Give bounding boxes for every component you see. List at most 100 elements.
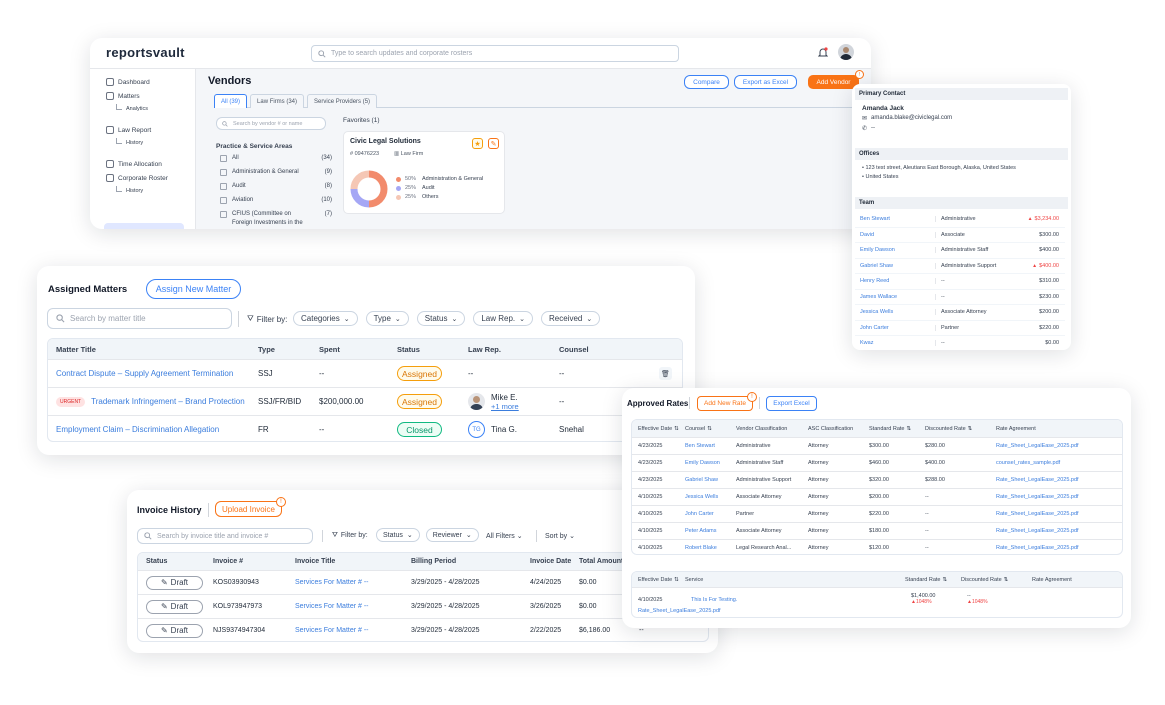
- filter-option[interactable]: Aviation (10): [220, 197, 332, 205]
- all-filters-button[interactable]: All Filters ⌄: [486, 532, 523, 540]
- team-row[interactable]: John Carter Partner $220.00: [855, 321, 1065, 336]
- sort-icon[interactable]: ⇅: [707, 426, 712, 432]
- sidebar-subitem[interactable]: History: [116, 186, 143, 194]
- edit-icon[interactable]: ✎: [488, 138, 499, 149]
- rate-counsel[interactable]: Emily Dawson: [685, 460, 736, 466]
- sort-icon[interactable]: ⇅: [674, 577, 679, 583]
- table-row[interactable]: 4/23/2025 Ben Stewart Administrative Attorn…: [632, 437, 1122, 454]
- team-row[interactable]: David Associate $300.00: [855, 228, 1065, 243]
- team-row[interactable]: Kwaz -- $0.00: [855, 336, 1065, 350]
- tab-0[interactable]: All (39): [214, 94, 248, 108]
- bell-icon[interactable]: [817, 47, 829, 58]
- team-row[interactable]: Henry Reed -- $310.00: [855, 274, 1065, 290]
- sort-by-button[interactable]: Sort by ⌄: [545, 532, 575, 540]
- rate-counsel[interactable]: Peter Adams: [685, 528, 736, 534]
- sort-icon[interactable]: ⇅: [674, 426, 679, 432]
- sort-icon[interactable]: ⇅: [906, 426, 911, 432]
- sort-icon[interactable]: ⇅: [942, 577, 947, 583]
- sort-icon[interactable]: ⇅: [1004, 577, 1009, 583]
- table-row[interactable]: Contract Dispute – Supply Agreement Term…: [48, 359, 682, 387]
- checkbox[interactable]: [220, 169, 227, 176]
- team-member-name[interactable]: John Carter: [855, 325, 935, 331]
- filter-received[interactable]: Received ⌄: [541, 311, 601, 326]
- service-agreement-link[interactable]: Rate_Sheet_LegalEase_2025.pdf: [638, 608, 721, 614]
- team-member-name[interactable]: Jessica Wells: [855, 309, 935, 315]
- checkbox[interactable]: [220, 183, 227, 190]
- table-row[interactable]: 4/10/2025 John Carter Partner Attorney $220.…: [632, 505, 1122, 522]
- draft-badge[interactable]: ✎ Draft: [146, 575, 203, 590]
- rate-counsel[interactable]: Ben Stewart: [685, 443, 736, 449]
- matter-title-link[interactable]: Contract Dispute – Supply Agreement Term…: [56, 369, 233, 378]
- checkbox[interactable]: [220, 155, 227, 162]
- compare-button[interactable]: Compare: [684, 75, 729, 89]
- rate-agreement[interactable]: Rate_Sheet_LegalEase_2025.pdf: [996, 443, 1116, 449]
- sidebar-item-time-allocation[interactable]: Time Allocation: [106, 160, 162, 168]
- rate-agreement[interactable]: Rate_Sheet_LegalEase_2025.pdf: [996, 528, 1116, 534]
- vendor-search-input[interactable]: Search by vendor # or name: [216, 117, 326, 130]
- user-avatar[interactable]: [838, 44, 854, 60]
- rate-agreement[interactable]: Rate_Sheet_LegalEase_2025.pdf: [996, 494, 1116, 500]
- team-row[interactable]: Emily Dawson Administrative Staff $400.00: [855, 243, 1065, 259]
- team-row[interactable]: James Wallace -- $230.00: [855, 290, 1065, 305]
- assign-new-matter-button[interactable]: Assign New Matter: [146, 279, 241, 299]
- invoice-title-link[interactable]: Services For Matter # --: [295, 579, 411, 586]
- invoice-title-link[interactable]: Services For Matter # --: [295, 603, 411, 610]
- contact-email-value[interactable]: amanda.blake@civiclegal.com: [871, 115, 952, 122]
- team-member-name[interactable]: Emily Dawson: [855, 247, 935, 253]
- table-row[interactable]: URGENT Trademark Infringement – Brand Pro…: [48, 387, 682, 415]
- filter-option[interactable]: All (34): [220, 155, 332, 163]
- add-vendor-button[interactable]: Add Vendor !: [808, 70, 864, 89]
- service-name-link[interactable]: This Is For Testing.: [691, 597, 737, 603]
- logo[interactable]: reportsvault: [106, 45, 185, 60]
- tab-2[interactable]: Service Providers (5): [307, 94, 378, 108]
- rate-counsel[interactable]: Jessica Wells: [685, 494, 736, 500]
- table-row[interactable]: 4/10/2025 This Is For Testing. Rate_Sheet_…: [632, 587, 1122, 617]
- sidebar-item-matters[interactable]: Matters: [106, 92, 140, 100]
- sidebar-item-law-report[interactable]: Law Report: [106, 126, 151, 134]
- invoice-search-input[interactable]: Search by invoice title and invoice #: [137, 528, 313, 544]
- contact-email[interactable]: ✉ amanda.blake@civiclegal.com: [862, 115, 952, 122]
- team-member-name[interactable]: Kwaz: [855, 340, 935, 346]
- team-member-name[interactable]: Ben Stewart: [855, 216, 935, 222]
- filter-option[interactable]: CFIUS (Committee on Foreign Investments …: [220, 211, 332, 229]
- filter-status[interactable]: Status ⌄: [376, 528, 420, 542]
- upload-invoice-button[interactable]: Upload Invoice !: [215, 497, 286, 517]
- vendor-name[interactable]: Civic Legal Solutions: [350, 138, 421, 145]
- team-member-name[interactable]: James Wallace: [855, 294, 935, 300]
- more-link[interactable]: +1 more: [491, 402, 519, 411]
- add-new-rate-button[interactable]: Add New Rate !: [697, 392, 757, 411]
- sidebar-item-dashboard[interactable]: Dashboard: [106, 78, 150, 86]
- invoice-title-link[interactable]: Services For Matter # --: [295, 627, 411, 634]
- global-search-input[interactable]: Type to search updates and corporate ros…: [311, 45, 679, 62]
- table-row[interactable]: 4/10/2025 Jessica Wells Associate Attorney…: [632, 488, 1122, 505]
- rate-agreement[interactable]: Rate_Sheet_LegalEase_2025.pdf: [996, 545, 1116, 551]
- matter-title-link[interactable]: Trademark Infringement – Brand Protectio…: [91, 397, 245, 406]
- rate-counsel[interactable]: John Carter: [685, 511, 736, 517]
- table-row[interactable]: Employment Claim – Discrimination Allega…: [48, 415, 682, 441]
- filter-status[interactable]: Status ⌄: [416, 311, 466, 326]
- matter-search-input[interactable]: Search by matter title: [47, 308, 232, 329]
- team-member-name[interactable]: David: [855, 232, 935, 238]
- table-row[interactable]: 4/23/2025 Emily Dawson Administrative Staf…: [632, 454, 1122, 471]
- export-excel-button[interactable]: Export Excel: [766, 396, 817, 411]
- filter-option[interactable]: Administration & General (9): [220, 169, 332, 177]
- team-row[interactable]: Ben Stewart Administrative ▲ $3,234.00: [855, 212, 1065, 228]
- trash-icon[interactable]: 🗑: [659, 367, 672, 380]
- sidebar-active-item[interactable]: [104, 223, 184, 229]
- sidebar-subitem[interactable]: Analytics: [116, 104, 148, 112]
- rate-counsel[interactable]: Robert Blake: [685, 545, 736, 551]
- team-row[interactable]: Gabriel Shaw Administrative Support ▲ $400.…: [855, 259, 1065, 274]
- rate-agreement[interactable]: Rate_Sheet_LegalEase_2025.pdf: [996, 477, 1116, 483]
- table-row[interactable]: 4/23/2025 Gabriel Shaw Administrative Supp…: [632, 471, 1122, 488]
- rate-agreement[interactable]: counsel_rates_sample.pdf: [996, 460, 1116, 466]
- rate-counsel[interactable]: Gabriel Shaw: [685, 477, 736, 483]
- table-row[interactable]: 4/10/2025 Peter Adams Associate Attorney At…: [632, 522, 1122, 539]
- draft-badge[interactable]: ✎ Draft: [146, 599, 203, 614]
- filter-type[interactable]: Type ⌄: [365, 311, 409, 326]
- checkbox[interactable]: [220, 197, 227, 204]
- rate-agreement[interactable]: Rate_Sheet_LegalEase_2025.pdf: [996, 511, 1116, 517]
- team-row[interactable]: Jessica Wells Associate Attorney $200.00: [855, 305, 1065, 321]
- team-member-name[interactable]: Henry Reed: [855, 278, 935, 284]
- draft-badge[interactable]: ✎ Draft: [146, 623, 203, 638]
- table-row[interactable]: 4/10/2025 Robert Blake Legal Research Anal…: [632, 539, 1122, 554]
